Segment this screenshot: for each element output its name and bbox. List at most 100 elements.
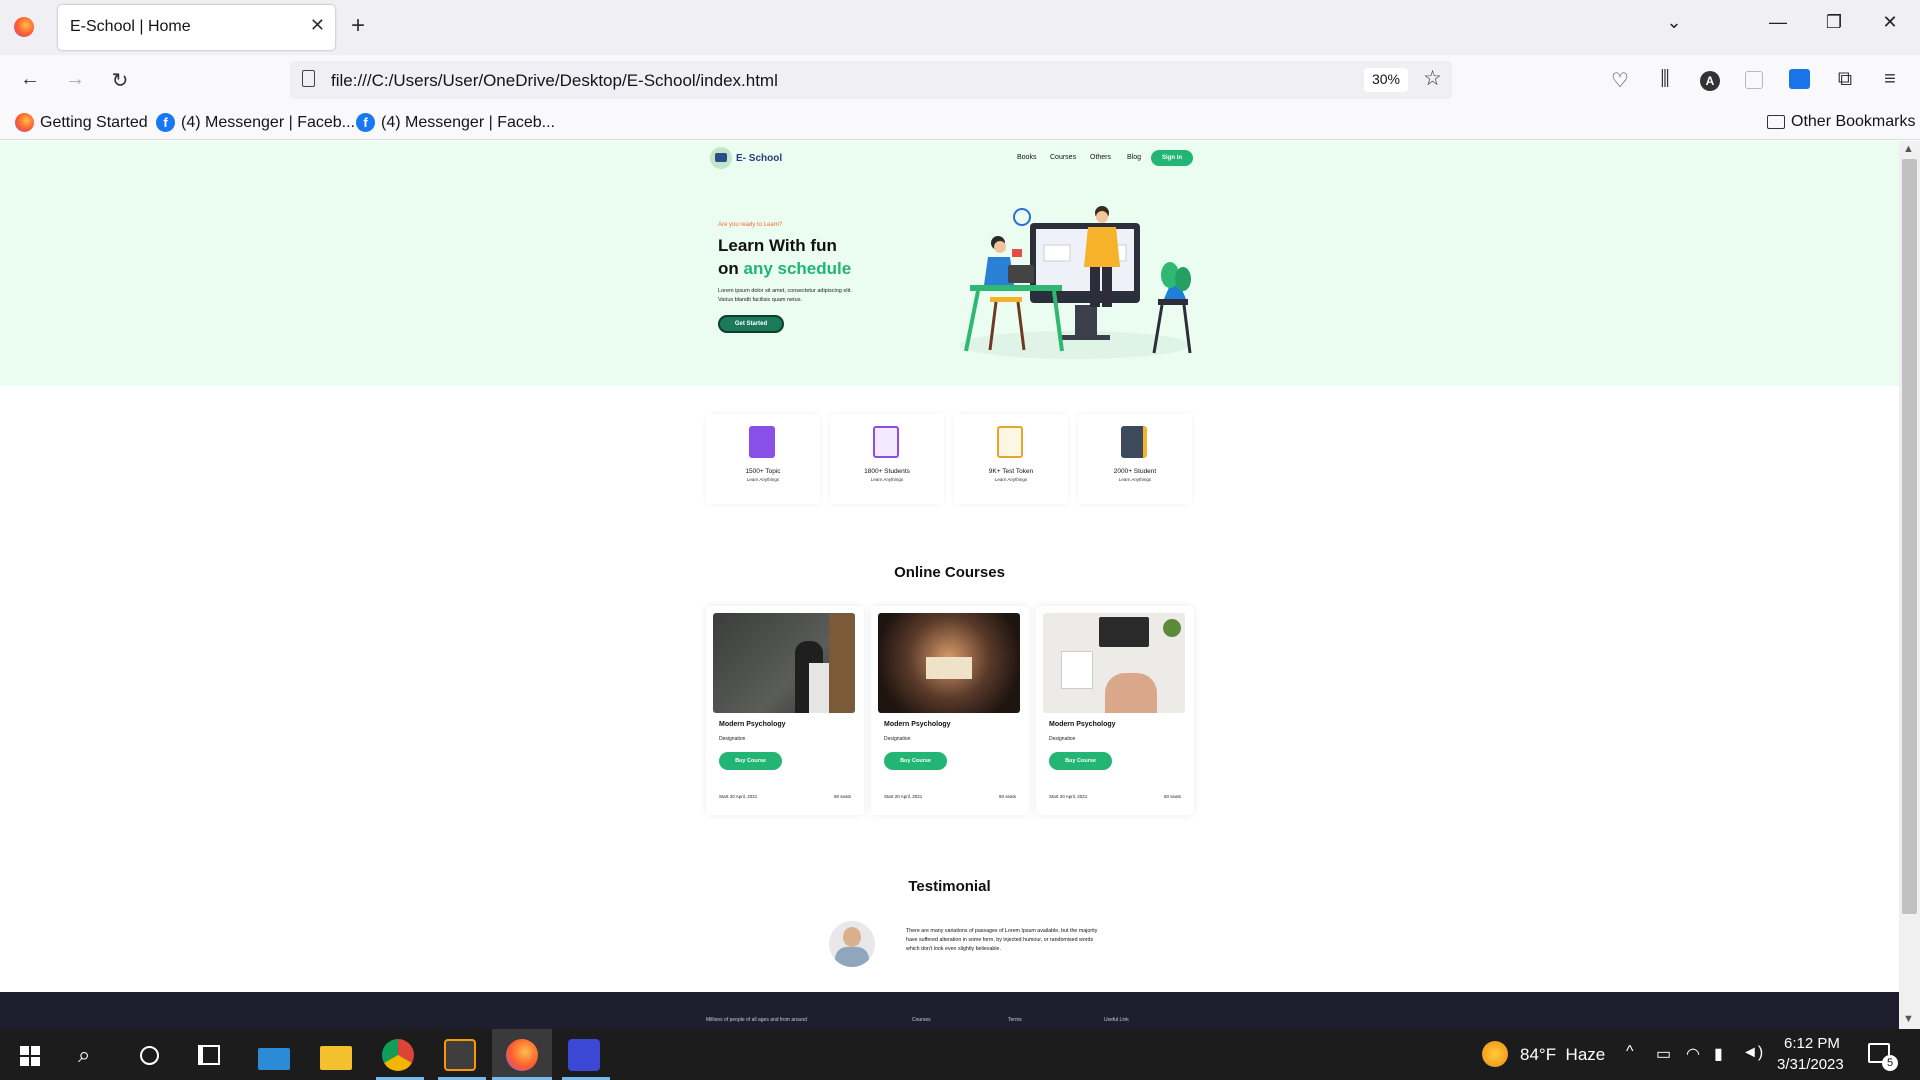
account-icon[interactable]: A: [1700, 71, 1720, 91]
course-date: Start 20 April, 2021: [884, 794, 923, 799]
sublime-text-icon[interactable]: [444, 1039, 476, 1071]
stat-title: 2000+ Student: [1113, 468, 1157, 475]
pocket-icon[interactable]: ♡: [1607, 68, 1633, 93]
app-icon[interactable]: [568, 1039, 600, 1071]
nav-blog[interactable]: Blog: [1127, 154, 1141, 161]
stat-title: 1500+ Topic: [745, 468, 781, 475]
nav-others[interactable]: Others: [1090, 154, 1111, 161]
clock-time[interactable]: 6:12 PM: [1784, 1035, 1840, 1052]
footer-terms[interactable]: Terms: [1008, 1017, 1022, 1023]
certificate-icon: [873, 426, 899, 458]
stat-sub: Learn Anythings: [994, 477, 1028, 482]
forward-icon[interactable]: →: [62, 68, 88, 91]
hero-title-line2: on any schedule: [718, 257, 851, 280]
course-date: Start 20 April, 2021: [719, 794, 758, 799]
weather-icon[interactable]: [1482, 1041, 1508, 1067]
nav-courses[interactable]: Courses: [1050, 154, 1076, 161]
volume-icon[interactable]: ◄): [1742, 1044, 1763, 1062]
task-view-icon[interactable]: [198, 1045, 220, 1065]
scroll-down-icon[interactable]: ▼: [1903, 1013, 1914, 1025]
course-designation: Designation: [719, 736, 746, 742]
page-scrollbar[interactable]: ▲ ▼: [1899, 141, 1920, 1029]
close-window-icon[interactable]: ✕: [1870, 12, 1910, 33]
restore-icon[interactable]: ❐: [1814, 12, 1854, 33]
browser-tab-bar: E-School | Home ✕ + ⌄ — ❐ ✕: [0, 0, 1920, 55]
zoom-level[interactable]: 30%: [1363, 68, 1408, 92]
firefox-menu-icon[interactable]: [14, 17, 34, 37]
course-title: Modern Psychology: [884, 721, 951, 728]
minimize-icon[interactable]: —: [1758, 12, 1798, 33]
windows-start-icon[interactable]: [20, 1046, 40, 1066]
course-date: Start 20 April, 2021: [1049, 794, 1088, 799]
weather-text[interactable]: 84°F Haze: [1520, 1045, 1605, 1065]
clock-icon: [1013, 208, 1031, 226]
nav-books[interactable]: Books: [1017, 154, 1036, 161]
hero-title-line1: Learn With fun: [718, 236, 837, 255]
back-icon[interactable]: ←: [17, 68, 43, 91]
chrome-icon[interactable]: [382, 1039, 414, 1071]
bookmark-star-icon[interactable]: ☆: [1423, 66, 1442, 91]
scrollbar-thumb[interactable]: [1902, 159, 1917, 914]
buy-course-button[interactable]: Buy Course: [719, 752, 782, 770]
signin-button[interactable]: Sign in: [1151, 150, 1193, 166]
list-tabs-icon[interactable]: ⌄: [1654, 12, 1694, 33]
bookmark-messenger[interactable]: f (4) Messenger | Faceb...: [156, 113, 355, 132]
bookmark-label: (4) Messenger | Faceb...: [381, 113, 555, 131]
browser-nav-bar: ← → ↻ file:///C:/Users/User/OneDrive/Des…: [0, 55, 1920, 105]
notebook-icon: [1121, 426, 1147, 458]
wifi-icon[interactable]: ◠: [1686, 1044, 1700, 1064]
cortana-icon[interactable]: [140, 1046, 159, 1065]
search-icon[interactable]: ⌕: [78, 1042, 90, 1068]
stat-title: 9K+ Test Token: [988, 468, 1034, 475]
reload-icon[interactable]: ↻: [107, 68, 133, 93]
stat-sub: Learn Anythings: [870, 477, 904, 482]
course-seats: 60 seats: [1163, 794, 1181, 799]
bookmark-messenger[interactable]: f (4) Messenger | Faceb...: [356, 113, 555, 132]
url-text[interactable]: file:///C:/Users/User/OneDrive/Desktop/E…: [331, 71, 778, 91]
other-bookmarks[interactable]: Other Bookmarks: [1767, 113, 1915, 131]
course-title: Modern Psychology: [1049, 721, 1116, 728]
site-logo[interactable]: E- School: [710, 147, 782, 169]
course-title: Modern Psychology: [719, 721, 786, 728]
url-bar[interactable]: file:///C:/Users/User/OneDrive/Desktop/E…: [290, 61, 1452, 99]
courses-heading: Online Courses: [894, 564, 1005, 581]
hero-illustration: [960, 206, 1192, 359]
footer: Millions of people of all ages and from …: [0, 992, 1899, 1029]
teacher-shirt: [1084, 227, 1120, 267]
notification-count: 5: [1882, 1055, 1898, 1071]
course-card: Modern Psychology Designation Buy Course…: [871, 606, 1029, 815]
extensions-puzzle-icon[interactable]: ⧉: [1832, 68, 1858, 91]
file-explorer-icon[interactable]: [320, 1046, 352, 1070]
bookmark-getting-started[interactable]: Getting Started: [15, 113, 148, 132]
stat-title: 1800+ Students: [864, 468, 910, 475]
scroll-up-icon[interactable]: ▲: [1903, 143, 1914, 155]
library-icon[interactable]: ⫼: [1652, 68, 1678, 91]
clock-date[interactable]: 3/31/2023: [1777, 1056, 1844, 1073]
mail-icon[interactable]: [258, 1048, 290, 1070]
buy-course-button[interactable]: Buy Course: [1049, 752, 1112, 770]
footer-useful-link[interactable]: Useful Link: [1104, 1017, 1129, 1023]
browser-tab[interactable]: E-School | Home ✕: [58, 5, 335, 50]
show-hidden-icons-icon[interactable]: ^: [1626, 1043, 1634, 1061]
footer-courses[interactable]: Courses: [912, 1017, 931, 1023]
menu-icon[interactable]: ≡: [1877, 68, 1903, 91]
course-seats: 60 seats: [833, 794, 851, 799]
stat-card: 9K+ Test Token Learn Anythings: [954, 414, 1068, 504]
get-started-button[interactable]: Get Started: [718, 315, 784, 333]
tab-title: E-School | Home: [70, 18, 191, 35]
firefox-taskbar-icon[interactable]: [506, 1039, 538, 1071]
translate-icon[interactable]: [1789, 69, 1810, 89]
course-image: [1043, 613, 1185, 713]
close-tab-icon[interactable]: ✕: [310, 15, 325, 36]
battery-icon[interactable]: ▮: [1714, 1044, 1723, 1064]
course-card: Modern Psychology Designation Buy Course…: [706, 606, 864, 815]
buy-course-button[interactable]: Buy Course: [884, 752, 947, 770]
testimonial-text: There are many variations of passages of…: [906, 928, 1098, 952]
meet-now-icon[interactable]: ▭: [1656, 1044, 1671, 1064]
book-icon: [749, 426, 775, 458]
new-tab-icon[interactable]: +: [351, 12, 365, 40]
page-viewport: E- School Books Courses Others Blog Sign…: [0, 141, 1899, 1029]
testimonial-heading: Testimonial: [908, 878, 991, 895]
extension-icon[interactable]: [1745, 71, 1763, 89]
firefox-icon: [15, 113, 34, 132]
